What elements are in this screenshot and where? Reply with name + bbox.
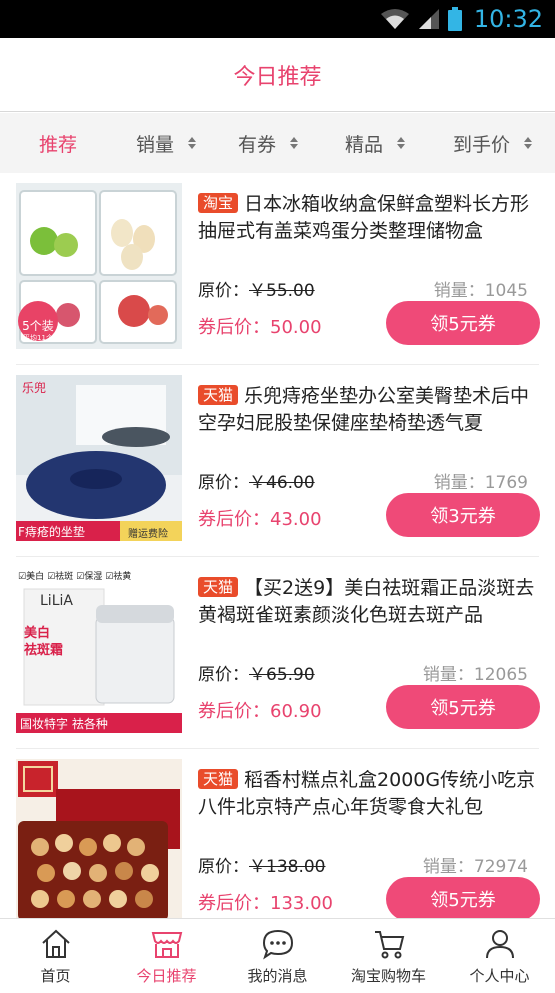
filter-bar: 推荐 销量 有券 精品 到手价: [0, 113, 555, 173]
sort-arrows-icon: [290, 136, 298, 150]
coupon-price: 券后价：133.00: [198, 893, 333, 914]
original-price: ￥65.90: [249, 665, 315, 685]
chat-icon: [262, 929, 293, 959]
seat-cushion-image: [16, 375, 182, 541]
tab-cart[interactable]: 淘宝购物车: [333, 919, 444, 993]
home-icon: [41, 929, 70, 958]
filter-sales[interactable]: 销量: [116, 113, 216, 173]
check-item: ☑祛斑: [47, 572, 74, 582]
coupon-price: 券后价：50.00: [198, 317, 322, 338]
price-row: 原价：￥55.00 销量：1045: [198, 276, 528, 301]
thumb-banner-text: 国妆特字 祛各种: [20, 717, 108, 731]
product-list[interactable]: 5个装 平均11个 淘宝 日本冰箱收纳盒保鲜盒塑料长方形抽屉式有盖菜鸡蛋分类整理储…: [0, 173, 555, 918]
sales-count: 销量：1769: [433, 473, 528, 493]
original-price-label: 原价：: [198, 281, 249, 301]
tab-home[interactable]: 首页: [0, 919, 111, 993]
product-image[interactable]: [16, 759, 182, 918]
page-title: 今日推荐: [233, 64, 322, 90]
product-title-text: 日本冰箱收纳盒保鲜盒塑料长方形抽屉式有盖菜鸡蛋分类整理储物盒: [198, 193, 530, 242]
get-coupon-button[interactable]: 领5元券: [386, 301, 540, 345]
coupon-price: 券后价：60.90: [198, 701, 322, 722]
original-price-label: 原价：: [198, 857, 249, 877]
original-price-label: 原价：: [198, 473, 249, 493]
bottom-tab-bar: 首页 今日推荐 我的消息 淘宝购物车 个人中心: [0, 918, 555, 993]
product-title-text: 乐兜痔疮坐垫办公室美臀垫术后中空孕妇屁股垫保健座垫椅垫透气夏: [198, 385, 530, 434]
sort-arrows-icon: [188, 136, 196, 150]
filter-label: 精品: [344, 133, 383, 156]
filter-recommend[interactable]: 推荐: [0, 113, 116, 173]
price-row: 原价：￥65.90 销量：12065: [198, 660, 528, 685]
thumb-badge-text: 5个装: [22, 319, 54, 333]
coupon-price: 券后价：43.00: [198, 509, 322, 530]
filter-final-price[interactable]: 到手价: [430, 113, 555, 173]
tab-label: 个人中心: [469, 966, 530, 985]
sales-count: 销量：12065: [422, 665, 528, 685]
filter-premium[interactable]: 精品: [320, 113, 430, 173]
tab-profile[interactable]: 个人中心: [444, 919, 555, 993]
thumb-brand: LiLiA: [40, 593, 73, 609]
status-bar: 10:32: [0, 0, 555, 38]
filter-label: 有券: [237, 133, 276, 156]
status-icons: [380, 7, 462, 31]
product-item[interactable]: 乐兜 F痔疮的坐垫 赠运费险 天猫 乐兜痔疮坐垫办公室美臀垫术后中空孕妇屁股垫保健…: [0, 365, 555, 557]
filter-coupon[interactable]: 有券: [216, 113, 320, 173]
sort-arrows-icon: [397, 136, 405, 150]
original-price: ￥46.00: [249, 473, 315, 493]
pastry-box-image: [16, 759, 182, 918]
sort-arrows-icon: [524, 136, 532, 150]
thumb-brand: 乐兜: [22, 381, 47, 395]
price-row: 原价：￥46.00 销量：1769: [198, 468, 528, 493]
tab-label: 我的消息: [247, 966, 308, 985]
signal-icon: [418, 9, 439, 29]
tab-label: 淘宝购物车: [350, 966, 426, 985]
product-title[interactable]: 天猫 【买2送9】美白祛斑霜正品淡斑去黄褐斑雀斑素颜淡化色斑去斑产品: [198, 575, 538, 629]
product-title-text: 【买2送9】美白祛斑霜正品淡斑去黄褐斑雀斑素颜淡化色斑去斑产品: [198, 577, 535, 626]
product-item[interactable]: ☑美白 ☑祛斑 ☑保湿 ☑祛黄 LiLiA 美白 祛斑霜 国妆特字 祛各种 天猫…: [0, 557, 555, 749]
product-title[interactable]: 天猫 乐兜痔疮坐垫办公室美臀垫术后中空孕妇屁股垫保健座垫椅垫透气夏: [198, 383, 538, 437]
product-title[interactable]: 淘宝 日本冰箱收纳盒保鲜盒塑料长方形抽屉式有盖菜鸡蛋分类整理储物盒: [198, 191, 538, 245]
get-coupon-button[interactable]: 领5元券: [386, 877, 540, 918]
check-item: ☑美白: [18, 572, 45, 582]
original-price: ￥55.00: [249, 281, 315, 301]
tab-messages[interactable]: 我的消息: [222, 919, 333, 993]
price-row: 原价：￥138.00 销量：72974: [198, 852, 528, 877]
user-icon: [485, 929, 514, 958]
product-image[interactable]: ☑美白 ☑祛斑 ☑保湿 ☑祛黄 LiLiA 美白 祛斑霜 国妆特字 祛各种: [16, 567, 182, 733]
product-image[interactable]: 乐兜 F痔疮的坐垫 赠运费险: [16, 375, 182, 541]
get-coupon-button[interactable]: 领3元券: [386, 493, 540, 537]
header-bar: 今日推荐: [0, 38, 555, 112]
product-item[interactable]: 天猫 稻香村糕点礼盒2000G传统小吃京八件北京特产点心年货零食大礼包 原价：￥1…: [0, 749, 555, 918]
tab-label: 今日推荐: [136, 966, 197, 985]
original-price: ￥138.00: [249, 857, 326, 877]
product-item[interactable]: 5个装 平均11个 淘宝 日本冰箱收纳盒保鲜盒塑料长方形抽屉式有盖菜鸡蛋分类整理储…: [0, 173, 555, 365]
product-title-text: 稻香村糕点礼盒2000G传统小吃京八件北京特产点心年货零食大礼包: [198, 769, 536, 818]
thumb-checklist: ☑美白 ☑祛斑 ☑保湿 ☑祛黄: [18, 569, 131, 582]
status-time: 10:32: [473, 5, 543, 33]
original-price-label: 原价：: [198, 665, 249, 685]
platform-badge: 天猫: [198, 385, 239, 405]
store-icon: [151, 931, 182, 958]
product-title[interactable]: 天猫 稻香村糕点礼盒2000G传统小吃京八件北京特产点心年货零食大礼包: [198, 767, 538, 821]
check-item: ☑保湿: [76, 572, 103, 582]
tab-today-recommend[interactable]: 今日推荐: [111, 919, 222, 993]
platform-badge: 天猫: [198, 769, 239, 789]
platform-badge: 淘宝: [198, 193, 239, 213]
filter-label: 销量: [135, 133, 174, 156]
filter-label: 到手价: [452, 133, 510, 156]
thumb-product-text: 美白 祛斑霜: [24, 626, 64, 658]
filter-label: 推荐: [38, 133, 77, 156]
sales-count: 销量：72974: [422, 857, 528, 877]
get-coupon-button[interactable]: 领5元券: [386, 685, 540, 729]
battery-icon: [447, 7, 462, 31]
thumb-badge-subtext: 平均11个: [23, 334, 53, 342]
wifi-icon: [380, 9, 409, 29]
thumb-banner-subtext: 赠运费险: [128, 529, 168, 540]
sales-count: 销量：1045: [433, 281, 528, 301]
product-image[interactable]: 5个装 平均11个: [16, 183, 182, 349]
check-item: ☑祛黄: [105, 572, 132, 582]
tab-label: 首页: [40, 966, 71, 985]
thumb-banner-text: F痔疮的坐垫: [18, 525, 85, 539]
platform-badge: 天猫: [198, 577, 239, 597]
cart-icon: [374, 930, 404, 958]
